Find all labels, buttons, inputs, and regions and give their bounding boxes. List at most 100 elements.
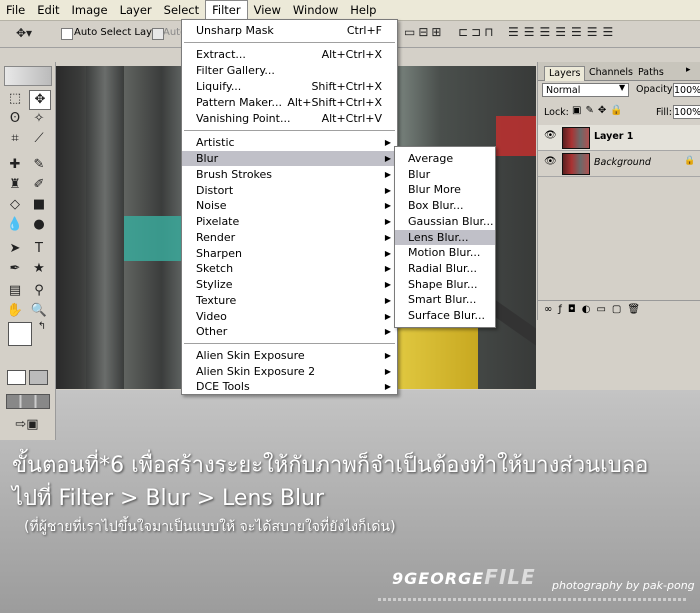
submenu-arrow-icon: ▶ bbox=[384, 170, 391, 179]
menu-filter[interactable]: Filter bbox=[205, 0, 248, 20]
brush-tool-icon[interactable]: ✎ bbox=[29, 156, 49, 174]
menu-item-liquify[interactable]: Liquify... Shift+Ctrl+X bbox=[182, 79, 397, 94]
clone-stamp-icon[interactable]: ♜ bbox=[5, 176, 25, 194]
screen-mode-buttons[interactable] bbox=[6, 394, 50, 409]
menu-item-alien-skin-exposure-2[interactable]: Alien Skin Exposure 2 ▶ bbox=[182, 364, 397, 379]
menu-view[interactable]: View bbox=[248, 1, 287, 19]
dodge-tool-icon[interactable]: ● bbox=[29, 216, 49, 234]
blur-tool-icon[interactable]: 💧 bbox=[5, 216, 25, 234]
jump-to-imageready-icon[interactable]: ⇨▣ bbox=[10, 416, 44, 434]
fill-input[interactable]: 100% bbox=[673, 105, 700, 119]
tab-paths[interactable]: Paths bbox=[634, 66, 668, 80]
menu-item-pixelate[interactable]: Pixelate ▶ bbox=[182, 214, 397, 229]
move-tool-icon[interactable]: ✥ bbox=[29, 90, 51, 110]
submenu-item-lens-blur[interactable]: Lens Blur... bbox=[395, 230, 495, 245]
submenu-item-surface-blur[interactable]: Surface Blur... bbox=[395, 308, 495, 323]
menu-item-unsharp-mask[interactable]: Unsharp Mask Ctrl+F bbox=[182, 23, 397, 38]
menu-select[interactable]: Select bbox=[158, 1, 205, 19]
marquee-tool-icon[interactable]: ⬚ bbox=[5, 90, 25, 108]
menu-item-noise[interactable]: Noise ▶ bbox=[182, 198, 397, 213]
gradient-tool-icon[interactable]: ■ bbox=[29, 196, 49, 214]
submenu-item-blur[interactable]: Blur bbox=[395, 167, 495, 182]
layer-actions-icons[interactable]: ∞ƒ◘◐▭▢🗑 bbox=[544, 304, 646, 315]
menu-item-dce-tools[interactable]: DCE Tools ▶ bbox=[182, 379, 397, 394]
quick-mask-button[interactable] bbox=[29, 370, 48, 385]
menu-item-brush-strokes[interactable]: Brush Strokes ▶ bbox=[182, 167, 397, 182]
canvas-teal-sign bbox=[124, 216, 182, 261]
menu-window[interactable]: Window bbox=[287, 1, 344, 19]
notes-tool-icon[interactable]: ▤ bbox=[5, 282, 25, 300]
opacity-input[interactable]: 100% bbox=[673, 83, 700, 97]
submenu-item-smart-blur[interactable]: Smart Blur... bbox=[395, 292, 495, 307]
submenu-item-box-blur[interactable]: Box Blur... bbox=[395, 198, 495, 213]
menu-item-artistic[interactable]: Artistic ▶ bbox=[182, 135, 397, 150]
menu-item-sketch[interactable]: Sketch ▶ bbox=[182, 261, 397, 276]
visibility-eye-icon[interactable]: 👁 bbox=[544, 156, 557, 167]
history-brush-icon[interactable]: ✐ bbox=[29, 176, 49, 194]
foreground-color-swatch[interactable] bbox=[8, 322, 32, 346]
menu-item-alien-skin-exposure[interactable]: Alien Skin Exposure ▶ bbox=[182, 348, 397, 363]
layer-row-background[interactable]: 👁 Background 🔒 bbox=[538, 151, 700, 177]
menu-item-distort[interactable]: Distort ▶ bbox=[182, 183, 397, 198]
submenu-item-gaussian-blur[interactable]: Gaussian Blur... bbox=[395, 214, 495, 229]
hand-tool-icon[interactable]: ✋ bbox=[5, 302, 25, 320]
slice-tool-icon[interactable]: ⟋ bbox=[29, 130, 49, 148]
filter-menu: Unsharp Mask Ctrl+F Extract... Alt+Ctrl+X … bbox=[181, 19, 398, 395]
submenu-item-shape-blur[interactable]: Shape Blur... bbox=[395, 277, 495, 292]
crop-tool-icon[interactable]: ⌗ bbox=[5, 130, 25, 148]
opacity-label: Opacity: bbox=[636, 84, 676, 95]
distribute-icons[interactable]: ☰☰☰☰☰☰☰ bbox=[508, 25, 618, 39]
pen-tool-icon[interactable]: ✒ bbox=[5, 260, 25, 278]
layer-thumbnail bbox=[562, 127, 590, 149]
submenu-item-blur-more[interactable]: Blur More bbox=[395, 182, 495, 197]
menu-item-sharpen[interactable]: Sharpen ▶ bbox=[182, 246, 397, 261]
submenu-arrow-icon: ▶ bbox=[384, 154, 391, 163]
menu-help[interactable]: Help bbox=[344, 1, 382, 19]
swap-colors-icon[interactable]: ↰ bbox=[32, 318, 52, 336]
lock-icons[interactable]: ▣✎✥🔒 bbox=[572, 105, 627, 116]
tab-channels[interactable]: Channels bbox=[585, 66, 637, 80]
menu-item-stylize[interactable]: Stylize ▶ bbox=[182, 277, 397, 292]
menu-edit[interactable]: Edit bbox=[31, 1, 65, 19]
move-tool-preset-icon[interactable]: ✥▾ bbox=[16, 26, 32, 40]
path-selection-icon[interactable]: ➤ bbox=[5, 240, 25, 258]
lock-icon: 🔒 bbox=[684, 156, 696, 166]
menu-item-video[interactable]: Video ▶ bbox=[182, 309, 397, 324]
align-edges-icons[interactable]: ⊏⊐⊓ bbox=[458, 25, 496, 39]
menu-item-vanishing-point[interactable]: Vanishing Point... Alt+Ctrl+V bbox=[182, 111, 397, 126]
healing-brush-icon[interactable]: ✚ bbox=[5, 156, 25, 174]
submenu-item-radial-blur[interactable]: Radial Blur... bbox=[395, 261, 495, 276]
lasso-tool-icon[interactable]: ʘ bbox=[5, 110, 25, 128]
menu-item-pattern-maker[interactable]: Pattern Maker... Alt+Shift+Ctrl+X bbox=[182, 95, 397, 110]
auto-select-layer-checkbox[interactable] bbox=[61, 28, 73, 40]
menu-layer[interactable]: Layer bbox=[114, 1, 158, 19]
type-tool-icon[interactable]: T bbox=[29, 240, 49, 258]
watermark-credit: photography by pak-pong bbox=[552, 579, 695, 592]
menu-item-extract[interactable]: Extract... Alt+Ctrl+X bbox=[182, 47, 397, 62]
visibility-eye-icon[interactable]: 👁 bbox=[544, 130, 557, 141]
menu-bar: File Edit Image Layer Select Filter View… bbox=[0, 0, 700, 21]
menu-file[interactable]: File bbox=[0, 1, 31, 19]
caption-line-3: (ที่ผู้ชายที่เราไปขึ้นใจมาเป็นแบบให้ จะไ… bbox=[24, 519, 396, 535]
layer-row-layer-1[interactable]: 👁 Layer 1 bbox=[538, 125, 700, 151]
menu-item-blur[interactable]: Blur ▶ bbox=[182, 151, 397, 166]
eraser-tool-icon[interactable]: ◇ bbox=[5, 196, 25, 214]
menu-item-other[interactable]: Other ▶ bbox=[182, 324, 397, 339]
submenu-item-motion-blur[interactable]: Motion Blur... bbox=[395, 245, 495, 260]
tab-layers[interactable]: Layers bbox=[544, 66, 586, 81]
submenu-arrow-icon: ▶ bbox=[384, 296, 391, 305]
submenu-item-average[interactable]: Average bbox=[395, 151, 495, 166]
menu-item-filter-gallery[interactable]: Filter Gallery... bbox=[182, 63, 397, 78]
blend-mode-select[interactable]: Normal bbox=[542, 83, 629, 97]
menu-image[interactable]: Image bbox=[66, 1, 114, 19]
panel-menu-icon[interactable]: ▸ bbox=[686, 65, 691, 75]
magic-wand-icon[interactable]: ✧ bbox=[29, 110, 49, 128]
caption-line-2: ไปที่ Filter > Blur > Lens Blur bbox=[12, 486, 325, 511]
menu-item-render[interactable]: Render ▶ bbox=[182, 230, 397, 245]
custom-shape-icon[interactable]: ★ bbox=[29, 260, 49, 278]
menu-item-texture[interactable]: Texture ▶ bbox=[182, 293, 397, 308]
align-icons[interactable]: ▭⊟⊞ bbox=[404, 25, 444, 39]
menu-separator bbox=[184, 42, 395, 43]
standard-mode-button[interactable] bbox=[7, 370, 26, 385]
eyedropper-icon[interactable]: ⚲ bbox=[29, 282, 49, 300]
